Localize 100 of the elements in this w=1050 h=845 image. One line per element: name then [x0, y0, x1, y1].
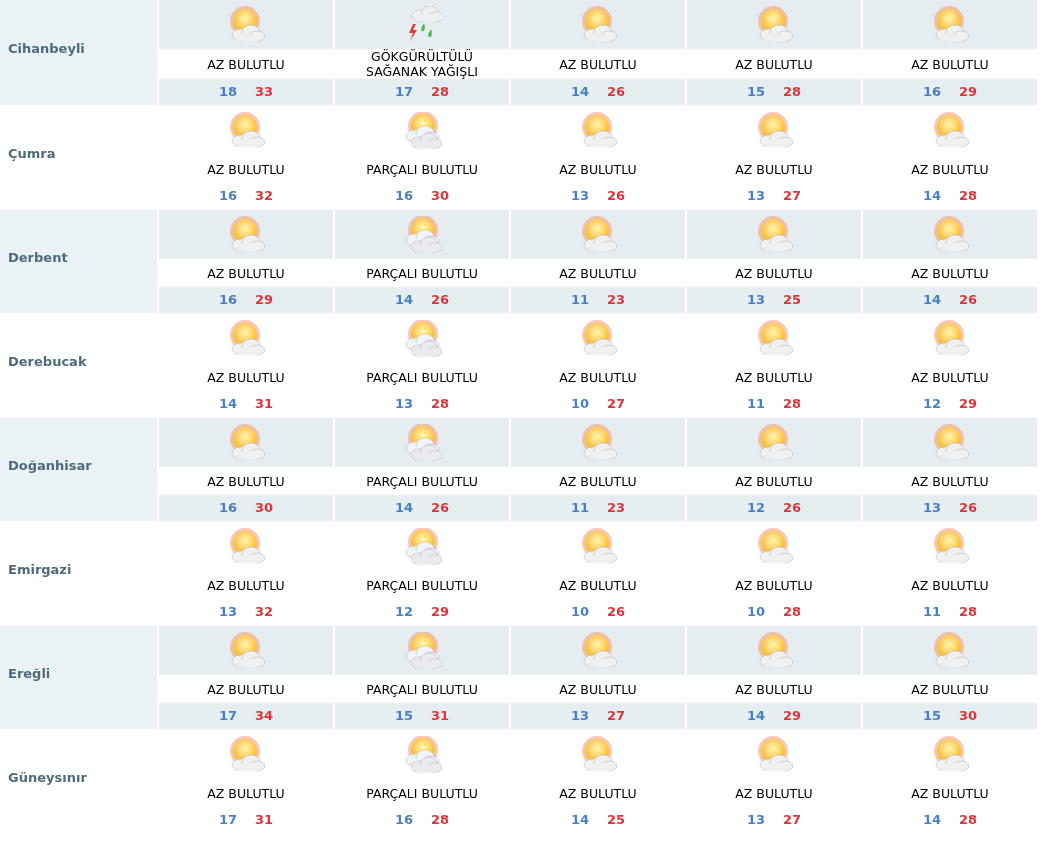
- high-temperature: 29: [959, 395, 978, 414]
- high-temperature: 26: [959, 499, 978, 518]
- low-temperature: 10: [746, 603, 765, 622]
- low-temperature: 13: [746, 811, 765, 830]
- high-temperature: 33: [255, 83, 274, 102]
- condition-text: PARÇALI BULUTLU: [366, 369, 478, 385]
- low-temperature: 13: [570, 707, 589, 726]
- low-temperature: 14: [922, 291, 941, 310]
- condition-text: AZ BULUTLU: [207, 681, 285, 697]
- condition-text: PARÇALI BULUTLU: [366, 577, 478, 593]
- city-name: Doğanhisar: [8, 456, 92, 475]
- low-temperature: 15: [746, 83, 765, 102]
- condition-text: AZ BULUTLU: [911, 56, 989, 72]
- condition-text: AZ BULUTLU: [735, 161, 813, 177]
- high-temperature: 28: [783, 395, 802, 414]
- condition-text: AZ BULUTLU: [207, 577, 285, 593]
- high-temperature: 31: [255, 811, 274, 830]
- high-temperature: 34: [255, 707, 274, 726]
- condition-text: AZ BULUTLU: [559, 369, 637, 385]
- sun-cloud-icon: [402, 319, 442, 358]
- high-temperature: 30: [255, 499, 274, 518]
- condition-text: AZ BULUTLU: [911, 577, 989, 593]
- sun-cloud-icon: [402, 631, 442, 670]
- high-temperature: 26: [607, 83, 626, 102]
- low-temperature: 13: [746, 187, 765, 206]
- condition-text: AZ BULUTLU: [559, 265, 637, 281]
- condition-text: AZ BULUTLU: [735, 785, 813, 801]
- high-temperature: 29: [255, 291, 274, 310]
- low-temperature: 16: [218, 499, 237, 518]
- city-name: Ereğli: [8, 664, 51, 683]
- low-temperature: 14: [922, 811, 941, 830]
- high-temperature: 27: [783, 811, 802, 830]
- condition-text: AZ BULUTLU: [207, 473, 285, 489]
- low-temperature: 14: [570, 83, 589, 102]
- low-temperature: 11: [570, 499, 589, 518]
- city-name: Derbent: [8, 248, 68, 267]
- high-temperature: 26: [959, 291, 978, 310]
- condition-text: AZ BULUTLU: [207, 265, 285, 281]
- high-temperature: 27: [607, 707, 626, 726]
- condition-text: AZ BULUTLU: [735, 473, 813, 489]
- high-temperature: 26: [607, 603, 626, 622]
- city-name: Çumra: [8, 144, 56, 163]
- low-temperature: 18: [218, 83, 237, 102]
- high-temperature: 32: [255, 603, 274, 622]
- condition-text: PARÇALI BULUTLU: [366, 161, 478, 177]
- low-temperature: 11: [570, 291, 589, 310]
- high-temperature: 29: [783, 707, 802, 726]
- condition-text: AZ BULUTLU: [207, 56, 285, 72]
- high-temperature: 28: [959, 811, 978, 830]
- high-temperature: 26: [783, 499, 802, 518]
- condition-text: AZ BULUTLU: [735, 369, 813, 385]
- low-temperature: 14: [394, 291, 413, 310]
- high-temperature: 30: [959, 707, 978, 726]
- low-temperature: 17: [218, 707, 237, 726]
- condition-text: AZ BULUTLU: [207, 161, 285, 177]
- low-temperature: 13: [218, 603, 237, 622]
- low-temperature: 16: [394, 811, 413, 830]
- condition-text: AZ BULUTLU: [207, 785, 285, 801]
- low-temperature: 17: [218, 811, 237, 830]
- city-name: Cihanbeyli: [8, 39, 85, 58]
- low-temperature: 12: [746, 499, 765, 518]
- high-temperature: 23: [607, 291, 626, 310]
- high-temperature: 25: [783, 291, 802, 310]
- high-temperature: 32: [255, 187, 274, 206]
- high-temperature: 27: [607, 395, 626, 414]
- low-temperature: 16: [218, 187, 237, 206]
- high-temperature: 29: [431, 603, 450, 622]
- low-temperature: 12: [394, 603, 413, 622]
- low-temperature: 14: [570, 811, 589, 830]
- sun-cloud-icon: [402, 423, 442, 462]
- condition-text: AZ BULUTLU: [911, 369, 989, 385]
- condition-text: AZ BULUTLU: [735, 56, 813, 72]
- sun-cloud-icon: [402, 215, 442, 254]
- condition-text: GÖKGÜRÜLTÜLÜ SAĞANAK YAĞIŞLI: [365, 49, 479, 79]
- condition-text: PARÇALI BULUTLU: [366, 681, 478, 697]
- low-temperature: 10: [570, 395, 589, 414]
- high-temperature: 28: [431, 395, 450, 414]
- high-temperature: 31: [431, 707, 450, 726]
- low-temperature: 14: [746, 707, 765, 726]
- condition-text: AZ BULUTLU: [559, 161, 637, 177]
- high-temperature: 27: [783, 187, 802, 206]
- condition-text: PARÇALI BULUTLU: [366, 265, 478, 281]
- condition-text: AZ BULUTLU: [559, 577, 637, 593]
- low-temperature: 16: [218, 291, 237, 310]
- high-temperature: 31: [255, 395, 274, 414]
- high-temperature: 30: [431, 187, 450, 206]
- low-temperature: 13: [746, 291, 765, 310]
- low-temperature: 14: [218, 395, 237, 414]
- high-temperature: 25: [607, 811, 626, 830]
- low-temperature: 12: [922, 395, 941, 414]
- high-temperature: 28: [783, 83, 802, 102]
- high-temperature: 28: [431, 811, 450, 830]
- condition-text: AZ BULUTLU: [207, 369, 285, 385]
- high-temperature: 26: [607, 187, 626, 206]
- high-temperature: 26: [431, 499, 450, 518]
- high-temperature: 28: [783, 603, 802, 622]
- high-temperature: 26: [431, 291, 450, 310]
- low-temperature: 15: [394, 707, 413, 726]
- city-name: Güneysınır: [8, 768, 87, 787]
- condition-text: PARÇALI BULUTLU: [366, 473, 478, 489]
